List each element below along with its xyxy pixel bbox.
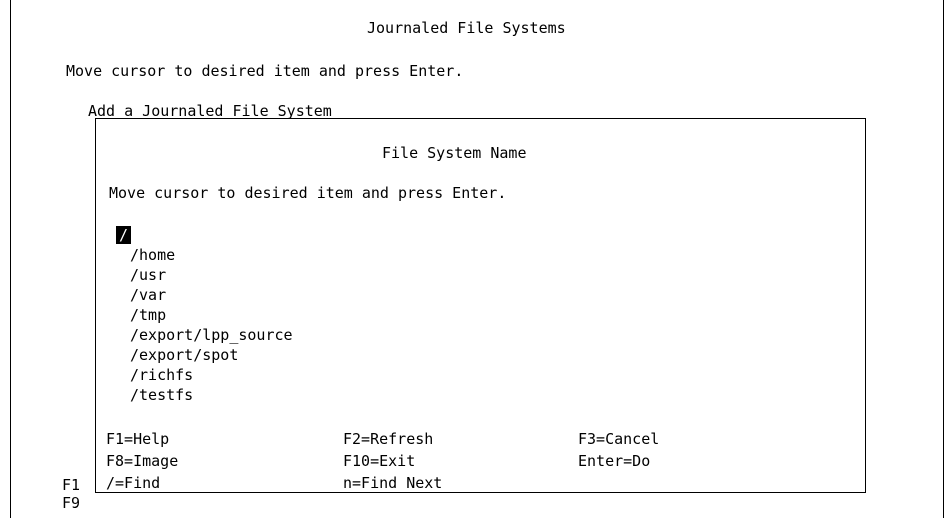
fkey-help[interactable]: F1=Help bbox=[106, 430, 169, 448]
list-item-tmp[interactable]: /tmp bbox=[130, 306, 166, 324]
list-item-richfs[interactable]: /richfs bbox=[130, 366, 193, 384]
list-item-usr[interactable]: /usr bbox=[130, 266, 166, 284]
dialog-instruction: Move cursor to desired item and press En… bbox=[109, 184, 507, 202]
fkey-find[interactable]: /=Find bbox=[106, 474, 160, 492]
file-system-name-dialog bbox=[95, 118, 866, 493]
screen-border-right bbox=[943, 0, 944, 518]
fkey-enter-do[interactable]: Enter=Do bbox=[578, 452, 650, 470]
screen-border-left bbox=[10, 0, 11, 518]
list-item-export-lpp-source[interactable]: /export/lpp_source bbox=[130, 326, 293, 344]
dialog-title: File System Name bbox=[382, 144, 527, 162]
list-item-testfs[interactable]: /testfs bbox=[130, 386, 193, 404]
bg-fkey-f1: F1 bbox=[62, 476, 81, 494]
screen-instruction: Move cursor to desired item and press En… bbox=[66, 62, 464, 80]
list-item-export-spot[interactable]: /export/spot bbox=[130, 346, 238, 364]
fkey-find-next[interactable]: n=Find Next bbox=[343, 474, 442, 492]
list-item-var[interactable]: /var bbox=[130, 286, 166, 304]
list-item-home[interactable]: /home bbox=[130, 246, 175, 264]
fkey-refresh[interactable]: F2=Refresh bbox=[343, 430, 433, 448]
fkey-exit[interactable]: F10=Exit bbox=[343, 452, 415, 470]
fkey-image[interactable]: F8=Image bbox=[106, 452, 178, 470]
selection-cursor: / bbox=[116, 226, 132, 244]
screen-title: Journaled File Systems bbox=[367, 19, 566, 37]
list-item-root[interactable]: / bbox=[116, 226, 132, 244]
bg-fkey-f9: F9 bbox=[62, 494, 81, 512]
fkey-cancel[interactable]: F3=Cancel bbox=[578, 430, 659, 448]
smit-screen: Journaled File Systems Move cursor to de… bbox=[0, 0, 946, 518]
